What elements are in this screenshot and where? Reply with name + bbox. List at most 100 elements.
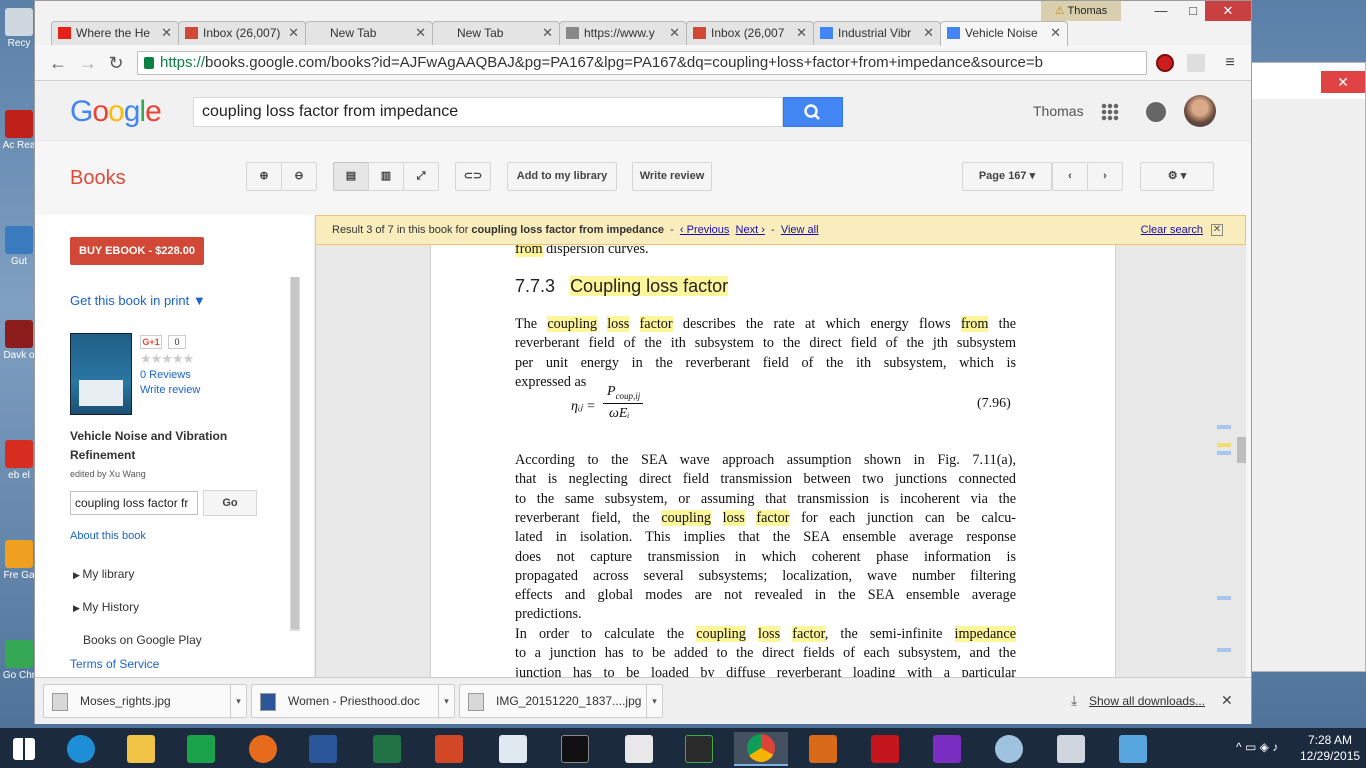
close-tab-icon[interactable]: ✕	[669, 22, 680, 44]
about-book-link[interactable]: About this book	[70, 530, 146, 542]
book-reader[interactable]: from dispersion curves. 7.7.3 Coupling l…	[315, 245, 1246, 677]
adblock-icon[interactable]	[1156, 54, 1174, 72]
browser-tab[interactable]: Vehicle Noise ✕	[940, 21, 1068, 46]
apps-grid-icon[interactable]	[1101, 103, 1119, 121]
search-button[interactable]	[783, 97, 843, 127]
profile-chip[interactable]: ⚠ Thomas	[1041, 1, 1121, 21]
matlab-icon[interactable]	[796, 732, 850, 766]
x-app-icon[interactable]	[612, 732, 666, 766]
file-explorer-icon[interactable]	[114, 732, 168, 766]
chevron-down-icon[interactable]: ▾	[230, 685, 246, 717]
close-icon[interactable]: ✕	[1321, 71, 1365, 93]
start-button[interactable]	[0, 732, 48, 766]
close-tab-icon[interactable]: ✕	[796, 22, 807, 44]
my-library-link[interactable]: ▶ My library	[73, 567, 134, 581]
powerpoint-icon[interactable]	[422, 732, 476, 766]
browser-tab[interactable]: Inbox (26,007 ✕	[686, 21, 814, 45]
close-tab-icon[interactable]: ✕	[1050, 22, 1061, 44]
previous-result-link[interactable]: ‹ Previous	[680, 224, 730, 236]
reviews-link[interactable]: 0 Reviews	[140, 369, 191, 381]
scroll-thumb[interactable]	[1237, 437, 1246, 463]
desktop-icon[interactable]: Go Chr	[2, 640, 36, 681]
zoom-in-button[interactable]: ⊕	[246, 162, 282, 191]
search-inside-input[interactable]: coupling loss factor fr	[70, 491, 198, 515]
reader-app-icon[interactable]	[486, 732, 540, 766]
google-play-link[interactable]: Books on Google Play	[83, 633, 202, 647]
ftp-icon[interactable]	[1106, 732, 1160, 766]
link-button[interactable]: ⊂⊃	[455, 162, 491, 191]
monitor-icon[interactable]	[1044, 732, 1098, 766]
write-review-link[interactable]: Write review	[140, 384, 200, 396]
book-cover[interactable]	[70, 333, 132, 415]
google-search-input[interactable]: coupling loss factor from impedance	[193, 97, 783, 127]
gplus-button[interactable]: G+1	[140, 335, 162, 349]
desktop-icon[interactable]: eb el	[2, 440, 36, 481]
fullscreen-button[interactable]: ⤢	[403, 162, 439, 191]
paint-icon[interactable]	[982, 732, 1036, 766]
chevron-down-icon[interactable]: ▾	[646, 685, 662, 717]
write-review-button[interactable]: Write review	[632, 162, 712, 191]
desktop-icon[interactable]: Ac Rea	[2, 110, 36, 151]
download-item[interactable]: IMG_20151220_1837....jpg ▾	[459, 684, 663, 718]
firefox-icon[interactable]	[236, 732, 290, 766]
google-logo[interactable]: Google	[70, 95, 162, 129]
result-marker[interactable]	[1217, 648, 1231, 652]
add-to-library-button[interactable]: Add to my library	[507, 162, 617, 191]
address-bar[interactable]: https://books.google.com/books?id=AJFwAg…	[137, 51, 1147, 75]
clock[interactable]: 7:28 AM 12/29/2015	[1300, 732, 1360, 764]
store-icon[interactable]	[174, 732, 228, 766]
browser-tab[interactable]: https://www.y ✕	[559, 21, 687, 45]
close-icon[interactable]: ✕	[1211, 224, 1223, 236]
next-result-link[interactable]: Next ›	[736, 224, 765, 236]
word-icon[interactable]	[296, 732, 350, 766]
books-title[interactable]: Books	[70, 167, 126, 190]
close-tab-icon[interactable]: ✕	[415, 22, 426, 44]
reload-button[interactable]: ↻	[105, 52, 127, 74]
view-all-link[interactable]: View all	[781, 224, 819, 236]
browser-tab[interactable]: New Tab ✕	[432, 21, 560, 45]
two-page-view-button[interactable]: ▥	[368, 162, 404, 191]
close-icon[interactable]: ✕	[1221, 692, 1233, 709]
background-window[interactable]: ✕	[1246, 62, 1366, 672]
next-page-button[interactable]: ›	[1087, 162, 1123, 191]
user-name[interactable]: Thomas	[1033, 103, 1084, 119]
forward-button[interactable]: →	[77, 52, 99, 74]
show-all-downloads-link[interactable]: Show all downloads...	[1089, 694, 1205, 708]
minimize-button[interactable]: —	[1147, 1, 1175, 21]
go-button[interactable]: Go	[203, 490, 257, 516]
my-history-link[interactable]: ▶ My History	[73, 600, 139, 614]
ie-icon[interactable]	[54, 732, 108, 766]
browser-tab[interactable]: Inbox (26,007) ✕	[178, 21, 306, 45]
close-tab-icon[interactable]: ✕	[923, 22, 934, 44]
close-tab-icon[interactable]: ✕	[161, 22, 172, 44]
desktop-icon[interactable]: Fre Ga	[2, 540, 36, 581]
close-tab-icon[interactable]: ✕	[542, 22, 553, 44]
settings-button[interactable]: ⚙ ▾	[1140, 162, 1214, 191]
result-marker[interactable]	[1217, 451, 1231, 455]
chevron-down-icon[interactable]: ▾	[438, 685, 454, 717]
excel-icon[interactable]	[360, 732, 414, 766]
download-item[interactable]: Moses_rights.jpg ▾	[43, 684, 247, 718]
avatar[interactable]	[1184, 95, 1216, 127]
result-marker[interactable]	[1217, 596, 1231, 600]
close-button[interactable]: ✕	[1205, 1, 1251, 21]
previous-page-button[interactable]: ‹	[1052, 162, 1088, 191]
browser-tab[interactable]: New Tab ✕	[305, 21, 433, 45]
back-button[interactable]: ←	[47, 52, 69, 74]
result-marker[interactable]	[1217, 443, 1231, 447]
desktop-icon[interactable]: Davk o	[2, 320, 36, 361]
menu-icon[interactable]: ≡	[1221, 54, 1239, 72]
extension-icon[interactable]	[1187, 54, 1205, 72]
maximize-button[interactable]: □	[1179, 1, 1207, 21]
desktop-icon[interactable]: Recy	[2, 8, 36, 49]
terminal-icon[interactable]	[672, 732, 726, 766]
tray-icons[interactable]: ^ ▭ ◈ ♪	[1236, 740, 1278, 754]
get-in-print-link[interactable]: Get this book in print ▼	[70, 293, 206, 308]
page-select[interactable]: Page 167 ▾	[962, 162, 1052, 191]
chrome-icon[interactable]	[734, 732, 788, 766]
search-app-icon[interactable]	[920, 732, 974, 766]
zoom-out-button[interactable]: ⊖	[281, 162, 317, 191]
buy-ebook-button[interactable]: BUY EBOOK - $228.00	[70, 237, 204, 265]
clear-search-link[interactable]: Clear search	[1141, 216, 1203, 244]
download-item[interactable]: Women - Priesthood.doc ▾	[251, 684, 455, 718]
